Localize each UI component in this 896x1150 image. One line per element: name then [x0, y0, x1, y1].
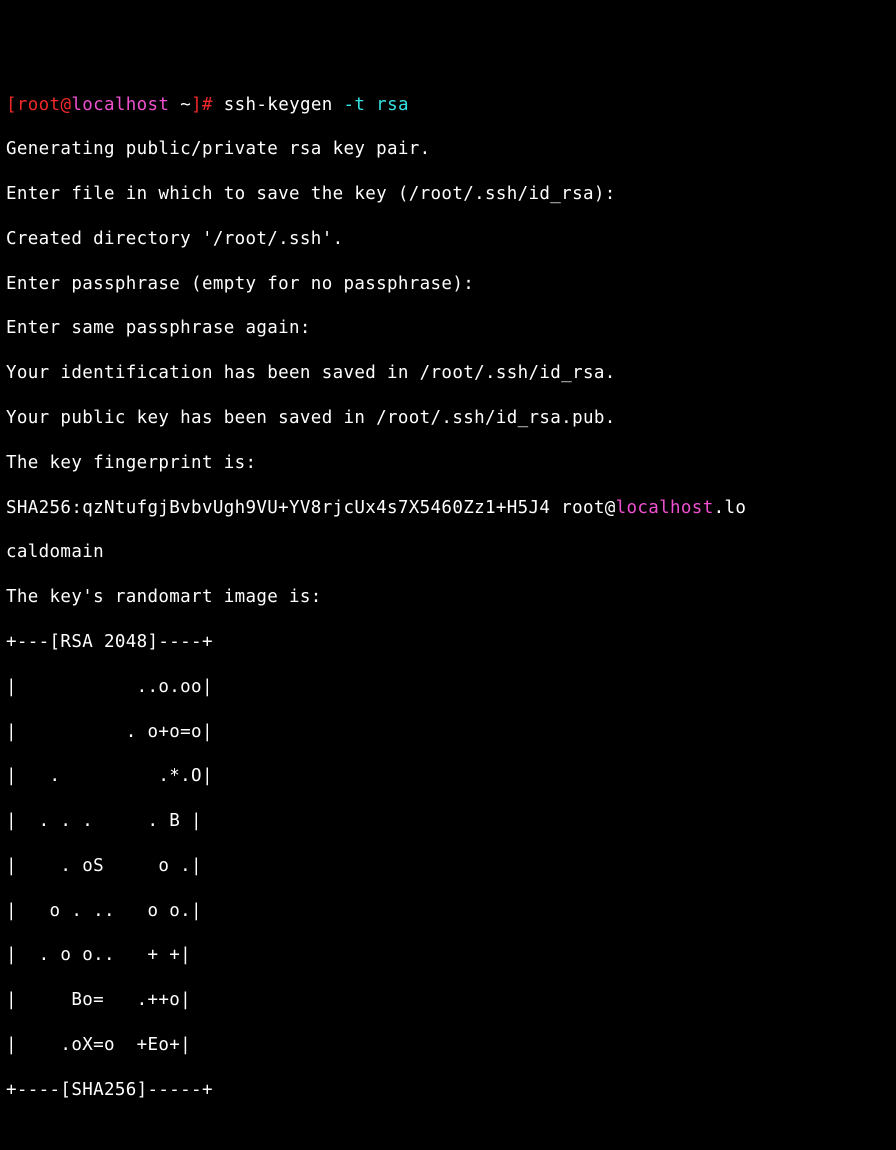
output-line: The key's randomart image is:: [6, 586, 890, 608]
prompt-lbracket: [: [6, 95, 17, 115]
prompt-line[interactable]: [root@localhost ~]# ssh-keygen -t rsa: [6, 94, 890, 116]
cmd-flag: -t: [344, 95, 366, 115]
output-line: caldomain: [6, 541, 890, 563]
randomart-row: | ..o.oo|: [6, 676, 890, 698]
cmd-name: ssh-keygen: [224, 95, 344, 115]
fingerprint-prefix: SHA256:qzNtufgjBvbvUgh9VU+YV8rjcUx4s7X54…: [6, 498, 616, 518]
cmd-arg: rsa: [365, 95, 409, 115]
fingerprint-host: localhost: [616, 498, 714, 518]
randomart-row: | o . .. o o.|: [6, 900, 890, 922]
fingerprint-line: SHA256:qzNtufgjBvbvUgh9VU+YV8rjcUx4s7X54…: [6, 497, 890, 519]
output-line: Enter file in which to save the key (/ro…: [6, 183, 890, 205]
output-line: Enter passphrase (empty for no passphras…: [6, 273, 890, 295]
randomart-row: | . . . . B |: [6, 810, 890, 832]
output-line: Your public key has been saved in /root/…: [6, 407, 890, 429]
output-line: Your identification has been saved in /r…: [6, 362, 890, 384]
prompt-host: localhost: [71, 95, 169, 115]
randomart-border-bottom: +----[SHA256]-----+: [6, 1079, 890, 1101]
prompt-hash: ]#: [191, 95, 224, 115]
prompt-user: root: [17, 95, 61, 115]
randomart-row: | . .*.O|: [6, 765, 890, 787]
output-line: Enter same passphrase again:: [6, 317, 890, 339]
randomart-row: | . o o.. + +|: [6, 944, 890, 966]
randomart-row: | . o+o=o|: [6, 721, 890, 743]
randomart-row: | Bo= .++o|: [6, 989, 890, 1011]
randomart-row: | . oS o .|: [6, 855, 890, 877]
output-line: The key fingerprint is:: [6, 452, 890, 474]
randomart-row: | .oX=o +Eo+|: [6, 1034, 890, 1056]
fingerprint-suffix: .lo: [714, 498, 747, 518]
prompt-at: @: [60, 95, 71, 115]
randomart-border-top: +---[RSA 2048]----+: [6, 631, 890, 653]
output-line: Created directory '/root/.ssh'.: [6, 228, 890, 250]
output-line: Generating public/private rsa key pair.: [6, 138, 890, 160]
prompt-cwd: ~: [169, 95, 191, 115]
